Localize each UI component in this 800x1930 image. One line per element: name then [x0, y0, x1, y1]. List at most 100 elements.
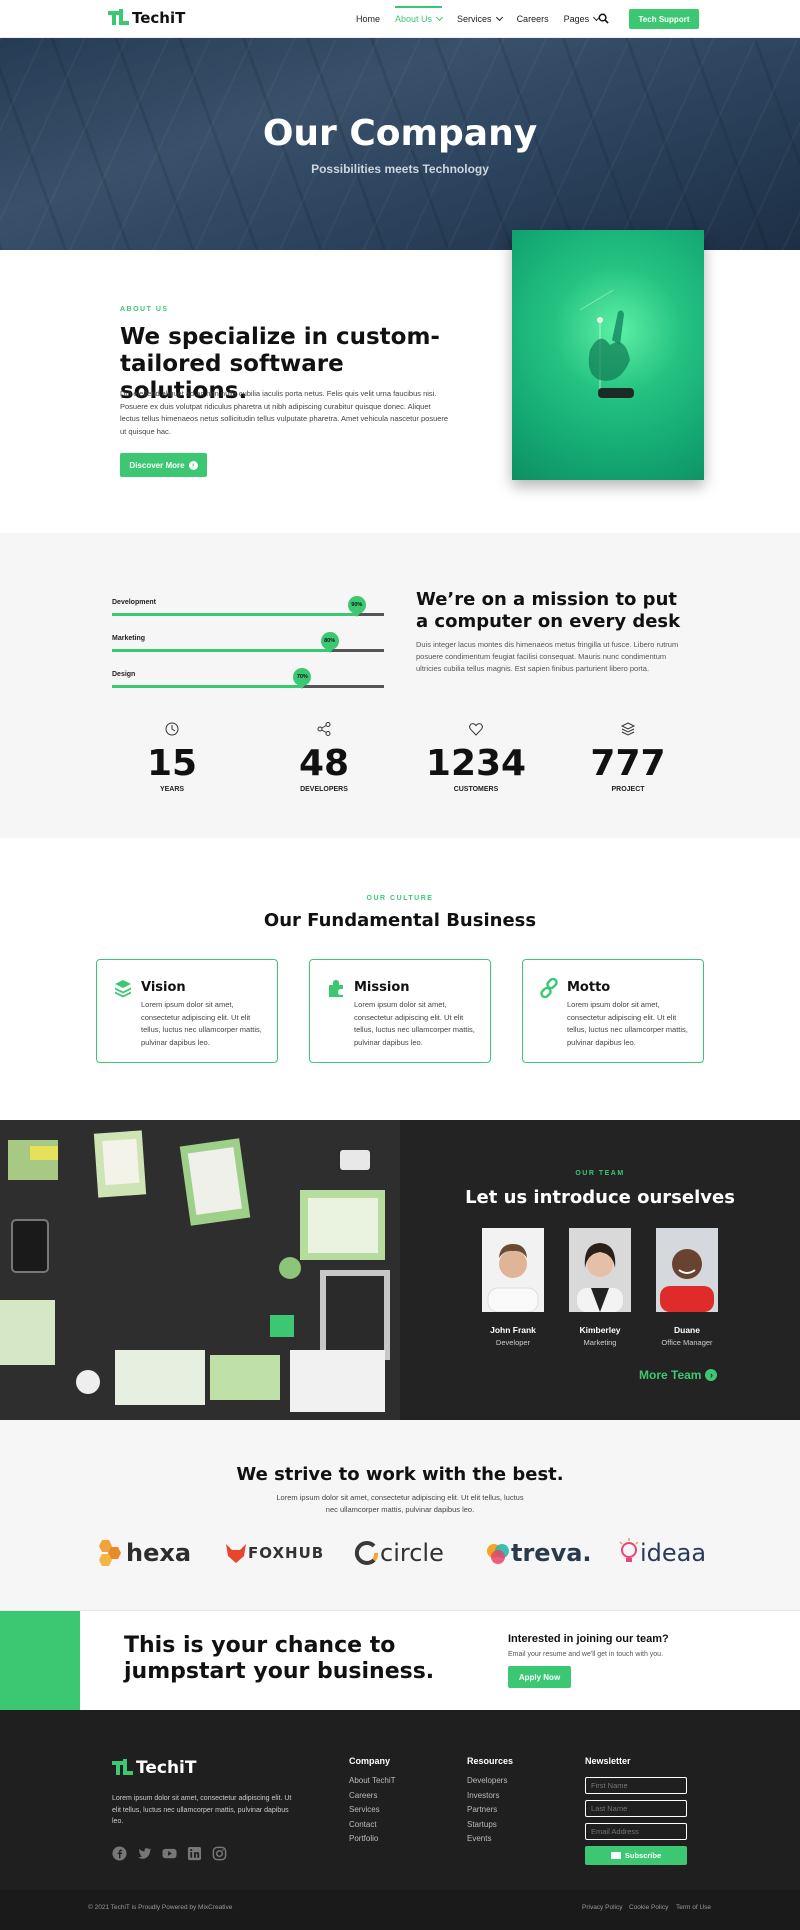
- nav-services[interactable]: Services: [457, 0, 503, 38]
- stat-years: 15 YEARS: [112, 721, 232, 793]
- stat-project: 777 PROJECT: [568, 721, 688, 793]
- privacy-policy-link[interactable]: Privacy Policy: [582, 1904, 622, 1911]
- discover-more-button[interactable]: Discover More ›: [120, 453, 207, 477]
- skill-label: Development: [112, 599, 156, 606]
- clock-icon: [165, 722, 179, 736]
- arrow-right-circle-icon: ›: [188, 460, 198, 470]
- mission-text: Duis integer lacus montes dis himenaeos …: [416, 640, 679, 673]
- partners-section: We strive to work with the best. Lorem i…: [0, 1420, 800, 1610]
- apply-now-button[interactable]: Apply Now: [508, 1666, 571, 1688]
- logo-mark-icon: [112, 1759, 134, 1777]
- team-member-card[interactable]: John Frank Developer: [482, 1228, 544, 1347]
- footer-column-title: Company: [349, 1756, 391, 1766]
- tech-support-button[interactable]: Tech Support: [629, 9, 699, 29]
- skill-percent-badge: 80%: [320, 632, 339, 653]
- stat-label: PROJECT: [611, 786, 645, 793]
- team-intro-panel: OUR TEAM Let us introduce ourselves John…: [400, 1120, 800, 1420]
- skill-fill: [112, 685, 303, 688]
- partner-logo-treva[interactable]: treva.: [485, 1536, 592, 1570]
- nav-about-us[interactable]: About Us: [395, 0, 444, 38]
- skill-label: Marketing: [112, 635, 146, 642]
- card-title: Mission: [354, 980, 410, 995]
- discover-more-label: Discover More: [129, 460, 185, 470]
- desk-illustration: [0, 1120, 400, 1420]
- circle-logo-icon: [354, 1541, 379, 1565]
- cookie-policy-link[interactable]: Cookie Policy: [629, 1904, 668, 1911]
- stat-label: DEVELOPERS: [300, 786, 348, 793]
- email-field[interactable]: [585, 1823, 687, 1840]
- treva-logo-icon: [487, 1544, 509, 1564]
- cta-subtitle: Interested in joining our team?: [508, 1633, 669, 1645]
- team-section: OUR TEAM Let us introduce ourselves John…: [0, 1120, 800, 1420]
- avatar: [482, 1228, 544, 1313]
- partner-logo-foxhub[interactable]: FOXHUB: [224, 1536, 324, 1570]
- facebook-icon[interactable]: [112, 1846, 127, 1861]
- skill-fill: [112, 649, 330, 652]
- footer-link[interactable]: Portfolio: [349, 1834, 396, 1844]
- logo[interactable]: TechiT: [108, 9, 185, 27]
- partner-logo-hexa[interactable]: hexa: [94, 1536, 191, 1570]
- footer-newsletter-column: Newsletter Subscribe: [585, 1756, 687, 1865]
- footer-company-column: Company About TechiT Careers Services Co…: [349, 1756, 396, 1850]
- first-name-field[interactable]: [585, 1777, 687, 1794]
- partner-logo-ideaa[interactable]: ideaa: [618, 1536, 706, 1570]
- nav-pages[interactable]: Pages: [563, 0, 601, 38]
- footer-link[interactable]: Partners: [467, 1805, 513, 1815]
- team-member-card[interactable]: Duane Office Manager: [656, 1228, 718, 1347]
- hero-title: Our Company: [262, 113, 538, 154]
- stat-label: YEARS: [159, 786, 185, 793]
- skill-track: 70%: [112, 668, 384, 689]
- subscribe-button[interactable]: Subscribe: [585, 1846, 687, 1865]
- cta-title: This is your chance to jumpstart your bu…: [124, 1633, 435, 1684]
- footer-link[interactable]: Developers: [467, 1776, 513, 1786]
- footer-link[interactable]: Startups: [467, 1820, 513, 1830]
- team-eyebrow: OUR TEAM: [575, 1170, 625, 1177]
- partner-name: treva.: [511, 1539, 592, 1567]
- footer-link[interactable]: Contact: [349, 1820, 396, 1830]
- logo-text: TechiT: [136, 1758, 197, 1778]
- cta-section: This is your chance to jumpstart your bu…: [0, 1610, 800, 1711]
- team-member-card[interactable]: Kimberley Marketing: [569, 1228, 631, 1347]
- nav-home[interactable]: Home: [356, 0, 380, 38]
- partner-logo-circle[interactable]: circle: [354, 1536, 444, 1570]
- card-text: Lorem ipsum dolor sit amet, consectetur …: [567, 1000, 688, 1047]
- logo-mark-icon: [108, 9, 130, 27]
- subscribe-label: Subscribe: [624, 1851, 662, 1860]
- last-name-field[interactable]: [585, 1800, 687, 1817]
- hero-subtitle: Possibilities meets Technology: [311, 162, 489, 176]
- site-footer: TechiT Lorem ipsum dolor sit amet, conse…: [0, 1710, 800, 1930]
- nav-careers[interactable]: Careers: [517, 0, 549, 38]
- youtube-icon[interactable]: [162, 1846, 177, 1861]
- nav-pages-label: Pages: [563, 14, 590, 24]
- avatar: [656, 1228, 718, 1312]
- footer-link[interactable]: About TechiT: [349, 1776, 396, 1786]
- terms-of-use-link[interactable]: Term of Use: [676, 1904, 711, 1911]
- footer-link[interactable]: Services: [349, 1805, 396, 1815]
- footer-link[interactable]: Careers: [349, 1791, 396, 1801]
- footer-text: Lorem ipsum dolor sit amet, consectetur …: [112, 1795, 292, 1825]
- card-title: Vision: [141, 980, 186, 995]
- instagram-icon[interactable]: [212, 1846, 227, 1861]
- site-header: TechiT Home About Us Services Careers Pa…: [0, 0, 800, 38]
- search-icon[interactable]: [598, 13, 609, 24]
- member-name: John Frank: [490, 1325, 536, 1335]
- about-text: Dui eleifend aliquet ad ac non nulla cub…: [120, 389, 449, 436]
- footer-logo[interactable]: TechiT: [112, 1758, 196, 1778]
- footer-link[interactable]: Events: [467, 1834, 513, 1844]
- footer-link[interactable]: Investors: [467, 1791, 513, 1801]
- culture-card-mission: Mission Lorem ipsum dolor sit amet, cons…: [309, 959, 491, 1063]
- about-eyebrow: ABOUT US: [120, 306, 169, 313]
- member-name: Kimberley: [579, 1325, 621, 1335]
- partner-name: FOXHUB: [248, 1544, 325, 1562]
- twitter-icon[interactable]: [137, 1846, 152, 1861]
- partners-title: We strive to work with the best.: [236, 1464, 564, 1485]
- stat-value: 48: [298, 743, 350, 784]
- mission-title: We’re on a mission to put a computer on …: [416, 589, 681, 632]
- nav-services-label: Services: [457, 14, 492, 24]
- more-team-link[interactable]: More Team ›: [639, 1368, 718, 1382]
- footer-column-title: Resources: [467, 1756, 514, 1766]
- stat-value: 1234: [425, 743, 527, 784]
- team-meeting-image: [0, 1120, 400, 1420]
- linkedin-icon[interactable]: [187, 1846, 202, 1861]
- about-image: [512, 230, 704, 480]
